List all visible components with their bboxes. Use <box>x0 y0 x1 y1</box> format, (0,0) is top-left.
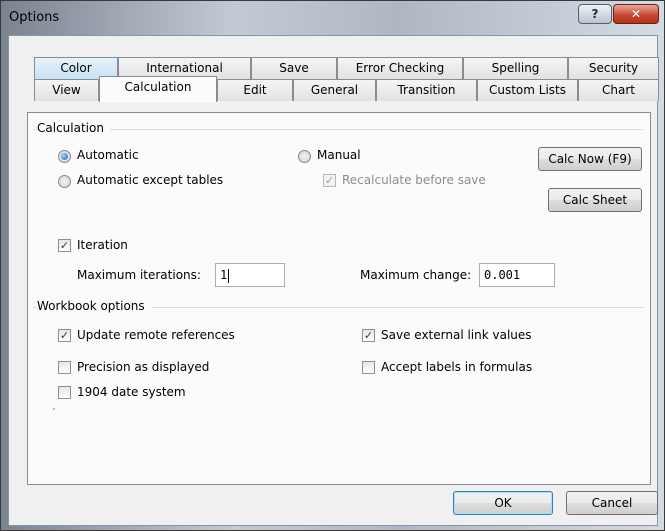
tab-calculation[interactable]: Calculation <box>99 76 217 102</box>
tab-custom-lists[interactable]: Custom Lists <box>477 79 578 101</box>
help-button[interactable]: ? <box>578 4 612 24</box>
precision-as-displayed-label[interactable]: Precision as displayed <box>77 360 209 374</box>
tab-general[interactable]: General <box>293 79 376 101</box>
recalculate-before-save-checkbox[interactable]: ✓ <box>323 174 336 187</box>
options-dialog: Options ? ✕ Color International Save Err… <box>0 0 665 531</box>
automatic-label[interactable]: Automatic <box>77 148 139 162</box>
precision-as-displayed-checkbox[interactable] <box>58 361 71 374</box>
close-button[interactable]: ✕ <box>613 4 659 24</box>
cancel-button[interactable]: Cancel <box>566 491 658 515</box>
calc-now-button[interactable]: Calc Now (F9) <box>538 147 642 171</box>
iteration-checkbox[interactable]: ✓ <box>58 239 71 252</box>
automatic-except-tables-label[interactable]: Automatic except tables <box>77 173 223 187</box>
maximum-iterations-input[interactable]: 1 <box>215 263 285 287</box>
tab-spelling[interactable]: Spelling <box>463 57 568 79</box>
save-external-link-values-label[interactable]: Save external link values <box>381 328 532 342</box>
text-caret <box>228 268 230 283</box>
accept-labels-in-formulas-checkbox[interactable] <box>362 361 375 374</box>
tab-security[interactable]: Security <box>568 57 659 79</box>
update-remote-references-checkbox[interactable]: ✓ <box>58 329 71 342</box>
accept-labels-in-formulas-label[interactable]: Accept labels in formulas <box>381 360 532 374</box>
tab-error-checking[interactable]: Error Checking <box>337 57 463 79</box>
maximum-change-label: Maximum change: <box>360 268 472 282</box>
tab-transition[interactable]: Transition <box>376 79 477 101</box>
close-icon: ✕ <box>630 7 642 21</box>
automatic-except-tables-radio[interactable] <box>58 175 71 188</box>
update-remote-references-label[interactable]: Update remote references <box>77 328 235 342</box>
dialog-title: Options <box>9 10 60 25</box>
maximum-iterations-label: Maximum iterations: <box>77 268 201 282</box>
tab-edit[interactable]: Edit <box>217 79 293 101</box>
recalculate-before-save-label: Recalculate before save <box>342 173 486 187</box>
tab-view[interactable]: View <box>34 79 99 101</box>
title-bar: Options ? ✕ <box>1 1 664 35</box>
calculation-panel: Calculation Automatic Automatic except t… <box>27 112 651 485</box>
calculation-group-divider <box>33 129 643 130</box>
iteration-label[interactable]: Iteration <box>77 238 128 252</box>
date-system-1904-checkbox[interactable] <box>58 386 71 399</box>
help-icon: ? <box>591 7 599 21</box>
tab-chart[interactable]: Chart <box>578 79 659 101</box>
manual-label[interactable]: Manual <box>317 148 361 162</box>
tab-save[interactable]: Save <box>251 57 337 79</box>
maximum-change-input[interactable]: 0.001 <box>479 263 555 287</box>
automatic-radio[interactable] <box>58 150 71 163</box>
calculation-group-title: Calculation <box>37 121 110 135</box>
calc-sheet-button[interactable]: Calc Sheet <box>548 188 642 212</box>
ok-button[interactable]: OK <box>453 491 553 515</box>
manual-radio[interactable] <box>298 150 311 163</box>
date-system-1904-label[interactable]: 1904 date system <box>77 385 186 399</box>
save-external-link-values-checkbox[interactable]: ✓ <box>362 329 375 342</box>
artifact-dot <box>53 408 55 410</box>
workbook-group-title: Workbook options <box>37 299 151 313</box>
maximum-iterations-value: 1 <box>220 268 228 282</box>
